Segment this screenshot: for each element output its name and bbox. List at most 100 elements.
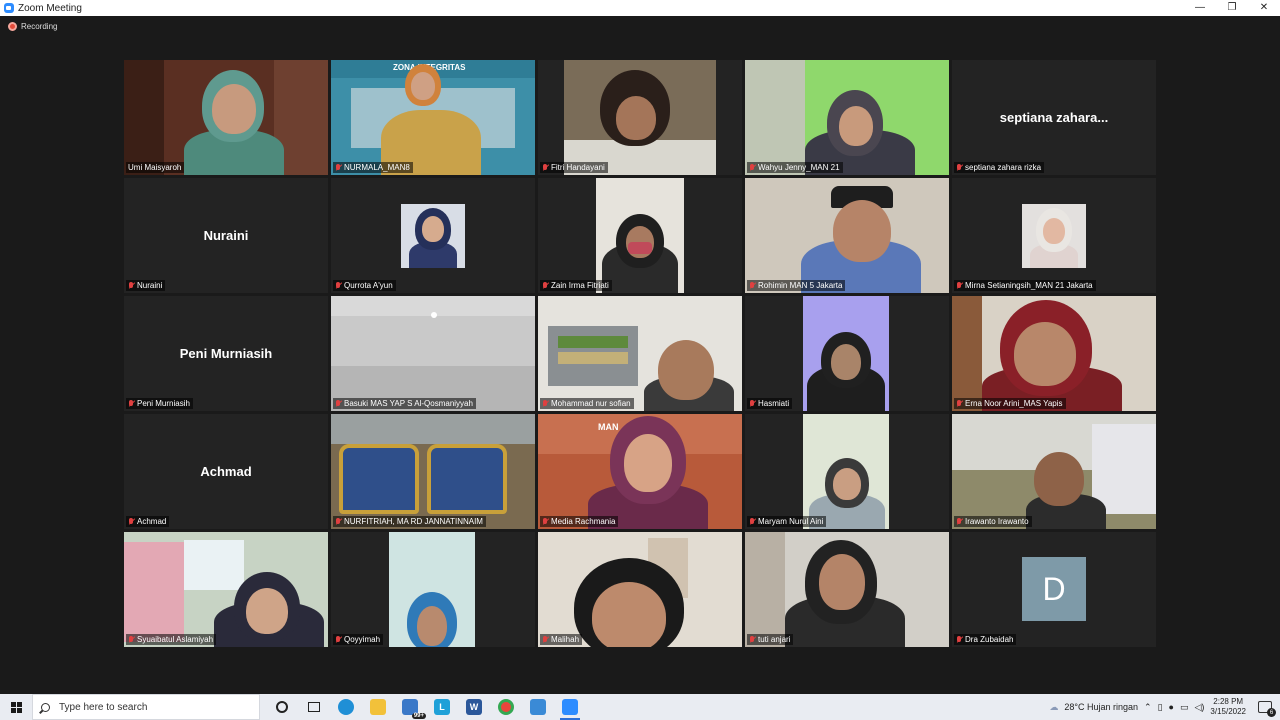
cortana-button[interactable] xyxy=(266,694,298,720)
participant-name-label: Mohammad nur sofian xyxy=(540,398,634,409)
participant-tile[interactable]: Mirna Setianingsih_MAN 21 Jakarta xyxy=(952,178,1156,293)
muted-mic-icon xyxy=(956,281,962,290)
participant-tile[interactable]: Umi Maisyaroh xyxy=(124,60,328,175)
participant-name-label: Malihah xyxy=(540,634,583,645)
window-title: Zoom Meeting xyxy=(18,2,82,14)
participant-tile[interactable]: Basuki MAS YAP S Al-Qosmaniyyah xyxy=(331,296,535,411)
participant-video xyxy=(564,60,716,175)
muted-mic-icon xyxy=(749,281,755,290)
chrome-icon xyxy=(498,699,514,715)
muted-mic-icon xyxy=(956,635,962,644)
participant-video: ZONA INTEGRITAS xyxy=(331,60,535,175)
participant-name-label: Maryam Nurul Aini xyxy=(747,516,827,527)
start-button[interactable] xyxy=(0,694,32,720)
participant-tile[interactable]: Irawanto Irawanto xyxy=(952,414,1156,529)
muted-mic-icon xyxy=(956,163,962,172)
taskbar-app-file-explorer[interactable] xyxy=(362,694,394,720)
participant-tile[interactable]: Fitri Handayani xyxy=(538,60,742,175)
muted-mic-icon xyxy=(128,281,134,290)
participant-tile[interactable]: Qoyyimah xyxy=(331,532,535,647)
taskbar-app-photos[interactable] xyxy=(522,694,554,720)
participant-name-label: Mirna Setianingsih_MAN 21 Jakarta xyxy=(954,280,1096,291)
minimize-button[interactable]: — xyxy=(1184,0,1216,16)
taskbar-app-mail[interactable]: 99+ xyxy=(394,694,426,720)
muted-mic-icon xyxy=(542,163,548,172)
participant-name-label: Basuki MAS YAP S Al-Qosmaniyyah xyxy=(333,398,476,409)
taskbar: Type here to search 99+ L W ☁ 28°C Hujan… xyxy=(0,694,1280,720)
participant-tile[interactable]: Qurrota A'yun xyxy=(331,178,535,293)
muted-mic-icon xyxy=(128,517,134,526)
close-button[interactable]: ✕ xyxy=(1248,0,1280,16)
muted-mic-icon xyxy=(128,635,134,644)
task-view-button[interactable] xyxy=(298,694,330,720)
participant-tile[interactable]: Syuaibatul Aslamiyah xyxy=(124,532,328,647)
notification-icon[interactable]: 6 xyxy=(1258,701,1276,717)
taskbar-app-zoom[interactable] xyxy=(554,694,586,720)
muted-mic-icon xyxy=(542,635,548,644)
maximize-button[interactable]: ❐ xyxy=(1216,0,1248,16)
participant-video xyxy=(538,532,742,647)
participant-name-label: Qoyyimah xyxy=(333,634,384,645)
taskbar-app-l[interactable]: L xyxy=(426,694,458,720)
recording-indicator[interactable]: Recording xyxy=(8,22,57,31)
weather-text[interactable]: 28°C Hujan ringan xyxy=(1064,702,1138,712)
participant-tile[interactable]: Maryam Nurul Aini xyxy=(745,414,949,529)
participant-video xyxy=(745,60,949,175)
participant-tile[interactable]: Peni Murniasih Peni Murniasih xyxy=(124,296,328,411)
muted-mic-icon xyxy=(749,163,755,172)
muted-mic-icon xyxy=(749,635,755,644)
window-titlebar: Zoom Meeting — ❐ ✕ xyxy=(0,0,1280,16)
zoom-logo-icon xyxy=(4,3,14,13)
muted-mic-icon xyxy=(956,399,962,408)
participant-tile[interactable]: septiana zahara... septiana zahara rizka xyxy=(952,60,1156,175)
participant-name-label: Qurrota A'yun xyxy=(333,280,396,291)
chevron-up-icon[interactable]: ⌃ xyxy=(1144,702,1152,713)
participant-tile[interactable]: Erna Noor Arini_MAS Yapis xyxy=(952,296,1156,411)
system-tray: ☁ 28°C Hujan ringan ⌃ ▯ ● ▭ ◁) 2:28 PM 3… xyxy=(1049,694,1280,720)
participant-tile[interactable]: Malihah xyxy=(538,532,742,647)
photos-icon xyxy=(530,699,546,715)
battery-icon[interactable]: ▯ xyxy=(1158,702,1163,713)
participant-name-label: Achmad xyxy=(126,516,170,527)
notification-count: 6 xyxy=(1267,708,1276,717)
participant-name-label: Umi Maisyaroh xyxy=(126,162,185,173)
muted-mic-icon xyxy=(335,635,341,644)
taskbar-app-edge[interactable] xyxy=(330,694,362,720)
recording-label: Recording xyxy=(21,22,58,31)
participant-name-label: Fitri Handayani xyxy=(540,162,608,173)
participant-tile[interactable]: Achmad Achmad xyxy=(124,414,328,529)
participant-tile[interactable]: Hasmiati xyxy=(745,296,949,411)
participant-tile[interactable]: D Dra Zubaidah xyxy=(952,532,1156,647)
meeting-area: Recording Umi Maisyaroh ZONA INTEGRITAS xyxy=(0,16,1280,694)
taskbar-app-chrome[interactable] xyxy=(490,694,522,720)
participant-name-label: Irawanto Irawanto xyxy=(954,516,1032,527)
participant-name-label: tuti anjari xyxy=(747,634,794,645)
participant-tile[interactable]: Wahyu Jenny_MAN 21 xyxy=(745,60,949,175)
participant-tile[interactable]: Zain Irma Fitriati xyxy=(538,178,742,293)
muted-mic-icon xyxy=(335,399,341,408)
participant-avatar-photo xyxy=(401,204,465,268)
participant-video xyxy=(745,532,949,647)
participant-tile[interactable]: ZONA INTEGRITAS NURMALA_MAN8 xyxy=(331,60,535,175)
volume-icon[interactable]: ◁) xyxy=(1194,702,1204,713)
search-icon xyxy=(41,702,50,712)
weather-icon: ☁ xyxy=(1049,701,1059,712)
participant-tile[interactable]: MAN Media Rachmania xyxy=(538,414,742,529)
mail-icon: 99+ xyxy=(402,699,426,719)
participant-name-label: Nuraini xyxy=(126,280,166,291)
participant-tile[interactable]: Mohammad nur sofian xyxy=(538,296,742,411)
taskbar-app-word[interactable]: W xyxy=(458,694,490,720)
participant-tile[interactable]: Rohimin MAN 5 Jakarta xyxy=(745,178,949,293)
participant-name-label: NURFITRIAH, MA RD JANNATINNAIM xyxy=(333,516,486,527)
participant-tile[interactable]: tuti anjari xyxy=(745,532,949,647)
participant-name-label: Syuaibatul Aslamiyah xyxy=(126,634,217,645)
participant-tile[interactable]: NURFITRIAH, MA RD JANNATINNAIM xyxy=(331,414,535,529)
participant-avatar-photo xyxy=(1022,204,1086,268)
cortana-icon xyxy=(276,701,288,713)
participant-name-label: Erna Noor Arini_MAS Yapis xyxy=(954,398,1066,409)
taskbar-clock[interactable]: 2:28 PM 3/15/2022 xyxy=(1210,697,1246,717)
microphone-icon[interactable]: ● xyxy=(1169,702,1174,712)
participant-tile[interactable]: Nuraini Nuraini xyxy=(124,178,328,293)
network-icon[interactable]: ▭ xyxy=(1180,702,1189,713)
taskbar-search-box[interactable]: Type here to search xyxy=(32,694,260,720)
